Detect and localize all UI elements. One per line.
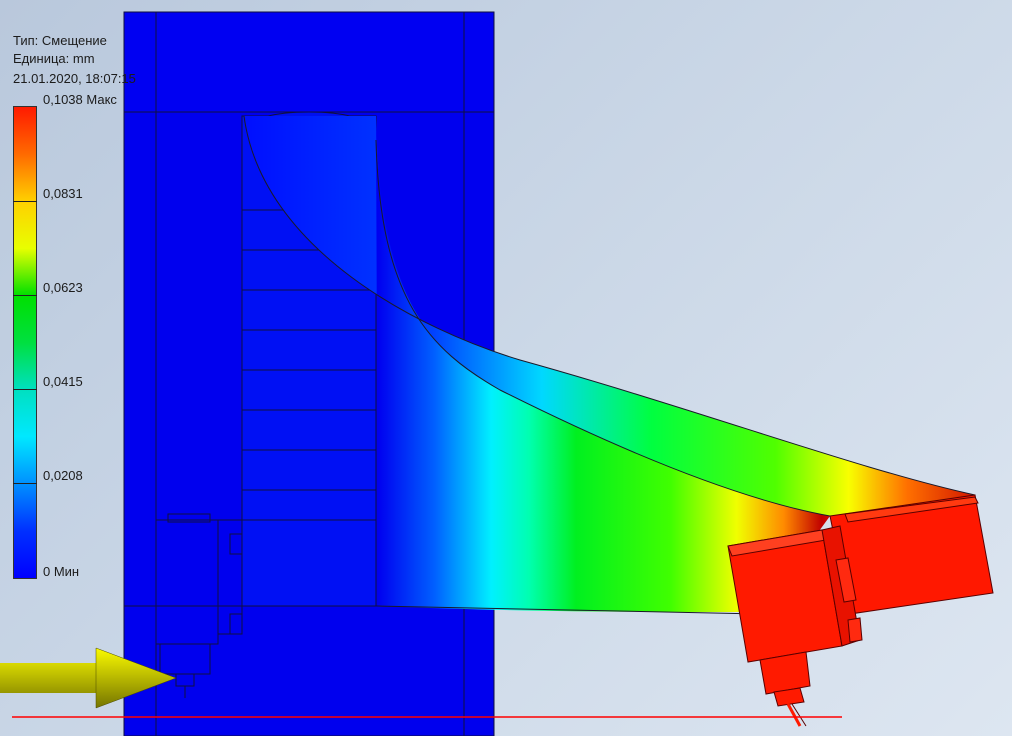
legend-label-4: 0,0415 bbox=[43, 374, 83, 389]
legend-label-min: 0 Мин bbox=[43, 564, 80, 579]
legend-tick bbox=[13, 201, 37, 202]
result-unit-label: Единица: mm bbox=[13, 51, 95, 66]
legend-label-max: 0,1038 Макс bbox=[43, 92, 117, 107]
result-type-label: Тип: Смещение bbox=[13, 33, 107, 48]
graphics-viewport[interactable]: Тип: Смещение Единица: mm 21.01.2020, 18… bbox=[0, 0, 1012, 736]
top-flange bbox=[123, 11, 495, 113]
model-view[interactable] bbox=[0, 0, 1012, 736]
tip-motor bbox=[727, 525, 863, 727]
result-timestamp: 21.01.2020, 18:07:15 bbox=[13, 71, 136, 86]
legend-label-3: 0,0623 bbox=[43, 280, 83, 295]
legend-tick bbox=[13, 389, 37, 390]
color-scale-bar bbox=[13, 106, 37, 579]
legend-tick bbox=[13, 483, 37, 484]
legend-label-2: 0,0831 bbox=[43, 186, 83, 201]
legend-label-5: 0,0208 bbox=[43, 468, 83, 483]
legend-tick bbox=[13, 295, 37, 296]
